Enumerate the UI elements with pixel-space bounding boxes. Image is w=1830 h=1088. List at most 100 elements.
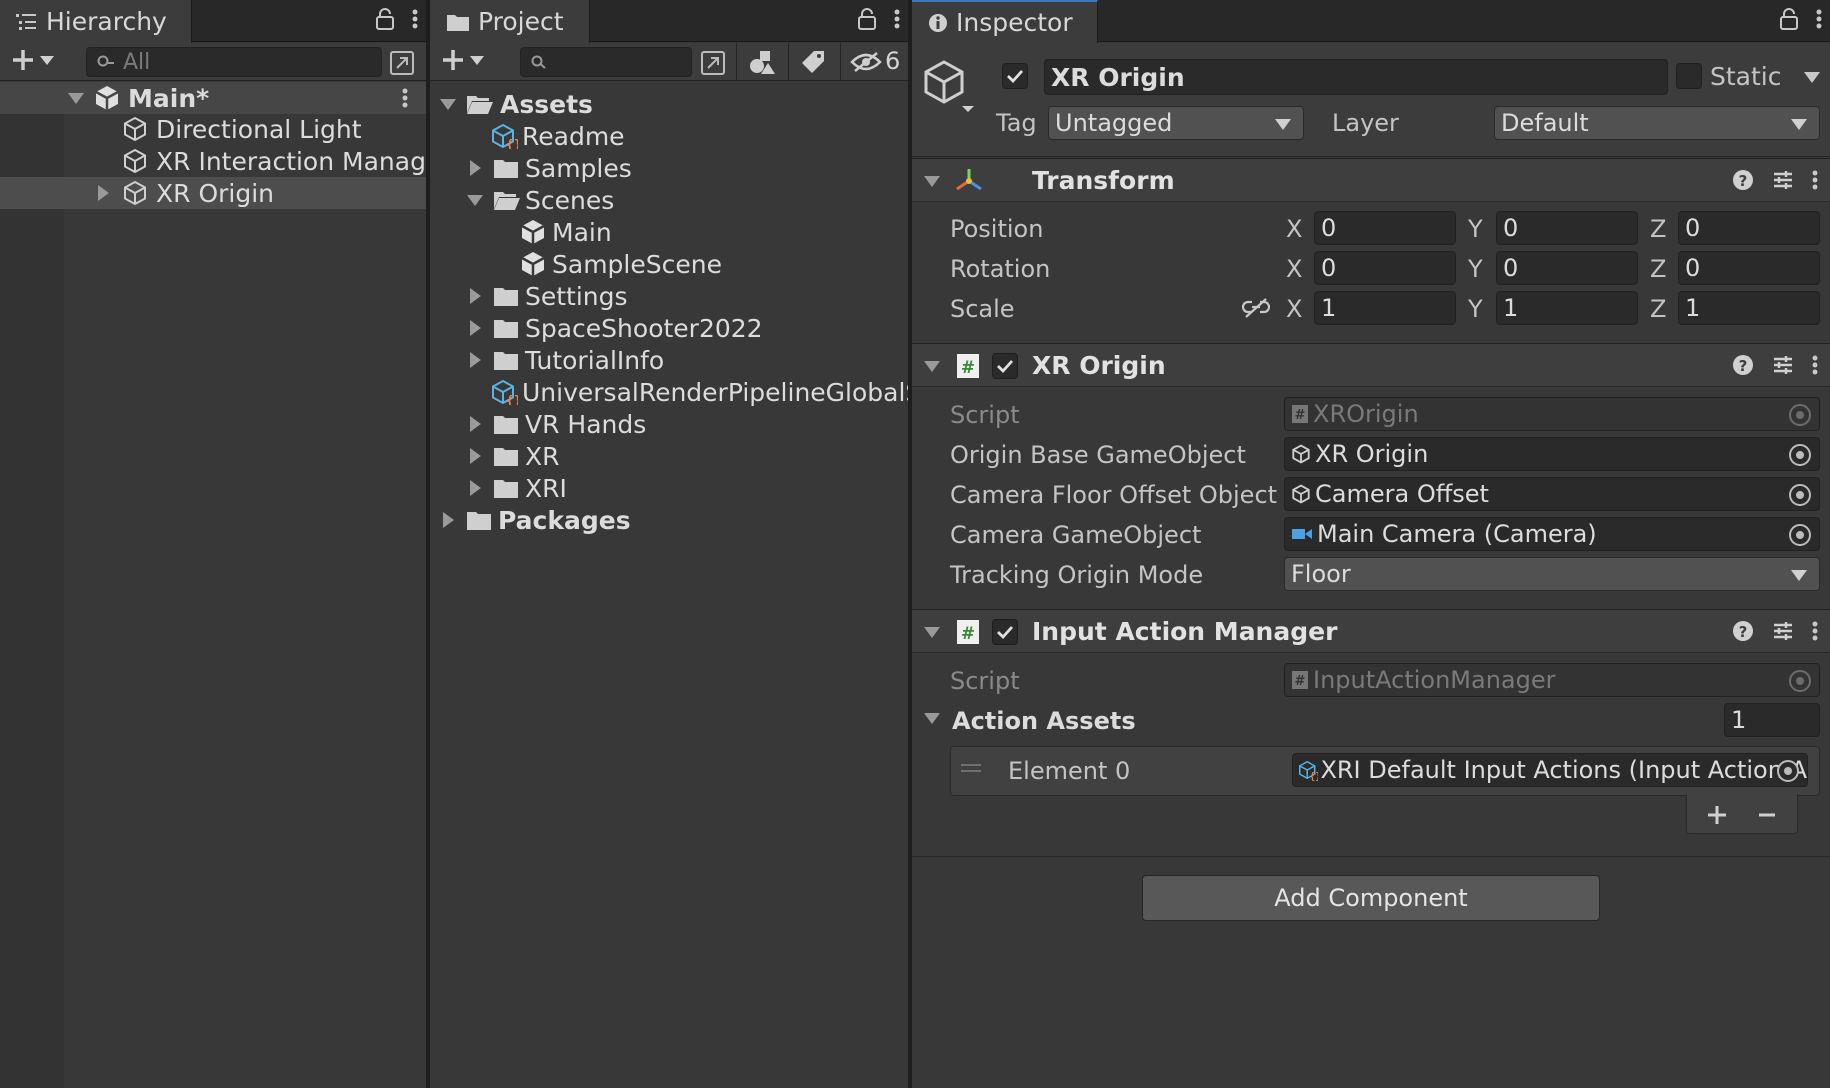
hierarchy-item-selected[interactable]: XR Origin [0, 177, 426, 209]
expand-arrow-icon[interactable] [443, 512, 454, 528]
component-enabled-checkbox[interactable] [992, 353, 1018, 379]
object-picker-icon[interactable] [1789, 524, 1811, 546]
action-assets-size-input[interactable]: 1 [1724, 703, 1820, 737]
hidden-packages-icon[interactable] [850, 51, 882, 73]
add-element-button[interactable] [1706, 804, 1728, 826]
open-scene-search-icon[interactable] [389, 50, 415, 76]
folder-scenes[interactable]: Scenes [430, 184, 908, 216]
transform-icon [954, 167, 984, 195]
hierarchy-item[interactable]: XR Interaction Manager [0, 145, 426, 177]
camera-floor-field[interactable]: Camera Offset [1284, 477, 1820, 511]
expand-arrow-icon[interactable] [470, 480, 481, 496]
expand-arrow-icon[interactable] [68, 92, 84, 104]
scriptable-object-icon: {} [492, 123, 518, 149]
static-dropdown-icon[interactable] [1804, 72, 1820, 83]
camera-go-field[interactable]: Main Camera (Camera) [1284, 517, 1820, 551]
folder-vrhands[interactable]: VR Hands [430, 408, 908, 440]
scene-row[interactable]: Main* [0, 82, 426, 114]
folder-xri[interactable]: XRI [430, 472, 908, 504]
rotation-y-input[interactable]: 0 [1496, 251, 1638, 285]
expand-arrow-icon[interactable] [440, 98, 456, 110]
gameobject-large-icon[interactable] [924, 58, 974, 114]
scene-more-icon[interactable] [402, 87, 408, 109]
position-z-input[interactable]: 0 [1678, 211, 1820, 245]
help-icon[interactable]: ? [1732, 354, 1754, 376]
remove-element-button[interactable] [1756, 804, 1778, 826]
collapse-arrow-icon[interactable] [924, 176, 940, 187]
open-search-window-icon[interactable] [700, 50, 726, 76]
create-button[interactable] [10, 47, 54, 73]
xr-origin-header[interactable]: # XR Origin ? [912, 343, 1830, 387]
folder-xr[interactable]: XR [430, 440, 908, 472]
more-icon[interactable] [894, 8, 900, 30]
more-icon[interactable] [1816, 8, 1822, 30]
folder-spaceshooter[interactable]: SpaceShooter2022 [430, 312, 908, 344]
rotation-x-input[interactable]: 0 [1314, 251, 1456, 285]
tracking-mode-dropdown[interactable]: Floor [1284, 557, 1820, 591]
object-picker-icon[interactable] [1789, 444, 1811, 466]
object-picker-icon[interactable] [1777, 760, 1799, 782]
scale-x-input[interactable]: 1 [1314, 291, 1456, 325]
folder-samples[interactable]: Samples [430, 152, 908, 184]
more-icon[interactable] [412, 8, 418, 30]
object-name-input[interactable]: XR Origin [1044, 59, 1668, 95]
project-search-input[interactable] [520, 47, 692, 77]
hierarchy-search-input[interactable]: All [86, 47, 382, 77]
position-x-input[interactable]: 0 [1314, 211, 1456, 245]
scale-z-input[interactable]: 1 [1678, 291, 1820, 325]
collapse-arrow-icon[interactable] [924, 627, 940, 638]
more-icon[interactable] [1812, 354, 1818, 376]
asset-scene-main[interactable]: Main [430, 216, 908, 248]
add-component-button[interactable]: Add Component [1142, 875, 1600, 921]
lock-icon[interactable] [858, 8, 876, 30]
help-icon[interactable]: ? [1732, 620, 1754, 642]
component-enabled-checkbox[interactable] [992, 619, 1018, 645]
filter-by-label-icon[interactable] [800, 49, 826, 75]
folder-tutorialinfo[interactable]: TutorialInfo [430, 344, 908, 376]
lock-icon[interactable] [1780, 8, 1798, 30]
transform-header[interactable]: Transform ? [912, 158, 1830, 202]
presets-icon[interactable] [1772, 620, 1794, 642]
scale-y-input[interactable]: 1 [1496, 291, 1638, 325]
asset-scene-sample[interactable]: SampleScene [430, 248, 908, 280]
layer-dropdown[interactable]: Default [1494, 106, 1820, 140]
tab-inspector[interactable]: Inspector [912, 0, 1098, 43]
folder-settings[interactable]: Settings [430, 280, 908, 312]
expand-arrow-icon[interactable] [470, 352, 481, 368]
expand-arrow-icon[interactable] [470, 320, 481, 336]
lock-icon[interactable] [376, 8, 394, 30]
asset-urp-settings[interactable]: {} UniversalRenderPipelineGlobalSe [430, 376, 908, 408]
help-icon[interactable]: ? [1732, 169, 1754, 191]
more-icon[interactable] [1812, 620, 1818, 642]
expand-arrow-icon[interactable] [467, 194, 483, 206]
rotation-z-input[interactable]: 0 [1678, 251, 1820, 285]
folder-assets[interactable]: Assets [430, 88, 908, 120]
presets-icon[interactable] [1772, 354, 1794, 376]
expand-arrow-icon[interactable] [470, 288, 481, 304]
object-picker-icon[interactable] [1789, 484, 1811, 506]
element-0-field[interactable]: {} XRI Default Input Actions (Input Acti… [1292, 753, 1808, 787]
static-checkbox[interactable] [1676, 63, 1702, 89]
constrain-proportions-icon[interactable] [1242, 297, 1270, 319]
expand-arrow-icon[interactable] [470, 160, 481, 176]
origin-base-field[interactable]: XR Origin [1284, 437, 1820, 471]
more-icon[interactable] [1812, 169, 1818, 191]
tab-project[interactable]: Project [430, 0, 590, 43]
position-y-input[interactable]: 0 [1496, 211, 1638, 245]
collapse-arrow-icon[interactable] [924, 361, 940, 372]
tab-hierarchy[interactable]: Hierarchy [0, 0, 192, 43]
active-checkbox[interactable] [1002, 63, 1028, 89]
expand-arrow-icon[interactable] [470, 416, 481, 432]
input-action-manager-header[interactable]: # Input Action Manager ? [912, 609, 1830, 653]
create-button[interactable] [440, 47, 484, 73]
folder-packages[interactable]: Packages [430, 504, 908, 536]
expand-arrow-icon[interactable] [98, 185, 109, 201]
hierarchy-item[interactable]: Directional Light [0, 113, 426, 145]
collapse-arrow-icon[interactable] [924, 713, 940, 724]
presets-icon[interactable] [1772, 169, 1794, 191]
tag-dropdown[interactable]: Untagged [1048, 106, 1304, 140]
filter-by-type-icon[interactable] [748, 49, 776, 75]
expand-arrow-icon[interactable] [470, 448, 481, 464]
drag-handle-icon[interactable] [960, 762, 982, 774]
asset-readme[interactable]: {} Readme [430, 120, 908, 152]
